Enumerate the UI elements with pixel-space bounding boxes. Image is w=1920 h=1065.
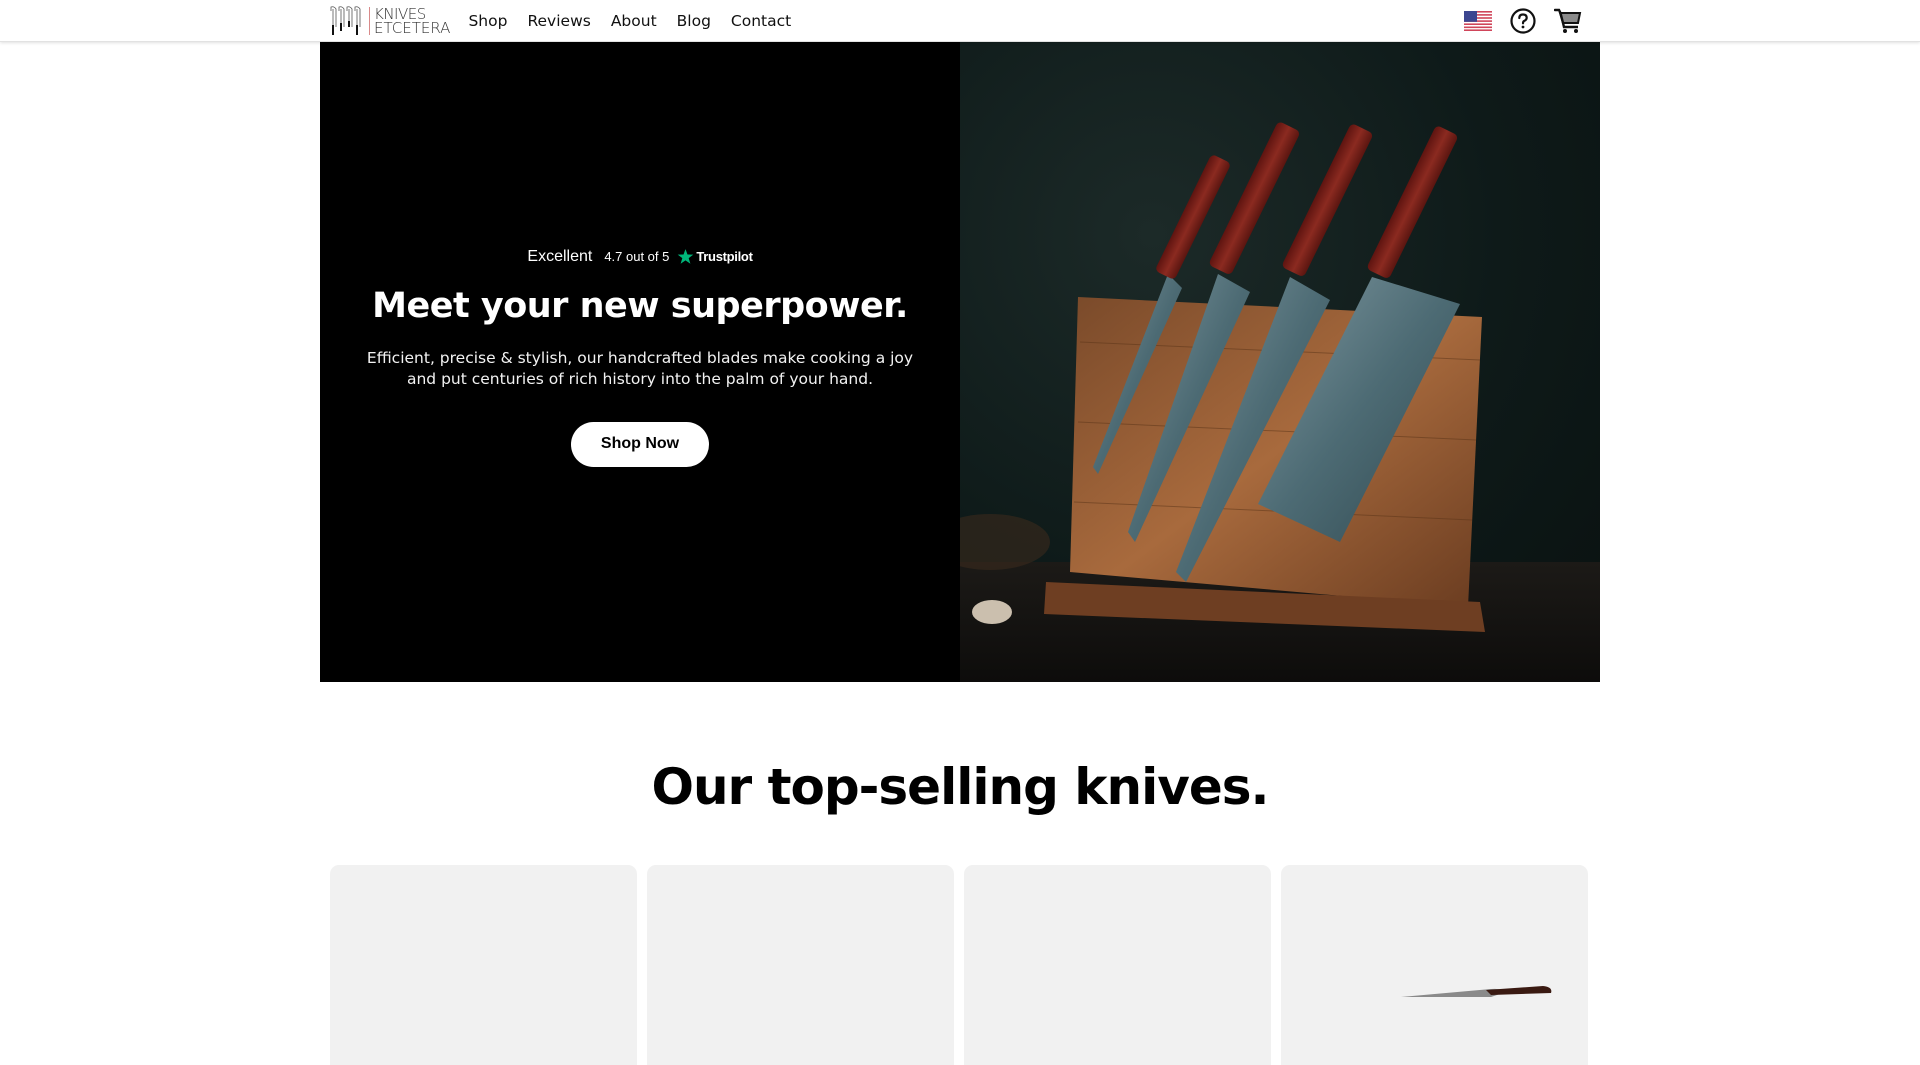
trustpilot-widget[interactable]: Excellent 4.7 out of 5 Trustpilot xyxy=(527,247,753,266)
trustpilot-label: Trustpilot xyxy=(696,249,753,264)
cart-button[interactable] xyxy=(1554,8,1582,34)
main-nav: Shop Reviews About Blog Contact xyxy=(468,12,811,30)
rating-label: Excellent xyxy=(527,247,593,265)
product-card-1[interactable] xyxy=(330,865,637,1065)
nav-about[interactable]: About xyxy=(611,12,657,30)
nav-blog[interactable]: Blog xyxy=(677,12,711,30)
hero-title: Meet your new superpower. xyxy=(372,285,908,326)
logo[interactable]: KNIVES ETCETERA xyxy=(328,3,450,39)
hero-section: Excellent 4.7 out of 5 Trustpilot Meet y… xyxy=(320,42,1600,682)
product-grid xyxy=(330,865,1588,1065)
us-flag-icon xyxy=(1464,10,1492,31)
help-button[interactable] xyxy=(1510,7,1536,34)
hero-image xyxy=(960,42,1600,682)
trustpilot-star-icon xyxy=(678,249,694,264)
product-card-2[interactable] xyxy=(647,865,954,1065)
help-circle-icon xyxy=(1510,7,1536,34)
trustpilot-brand: Trustpilot xyxy=(677,248,753,265)
product-card-3[interactable] xyxy=(964,865,1271,1065)
shopping-cart-icon xyxy=(1554,8,1582,33)
header-actions xyxy=(1464,7,1592,34)
nav-contact[interactable]: Contact xyxy=(731,12,791,30)
product-knife-image xyxy=(1401,986,1552,997)
logo-divider xyxy=(369,6,370,35)
rating-score: 4.7 out of 5 xyxy=(604,249,670,264)
country-selector[interactable] xyxy=(1464,10,1492,31)
logo-line-2: ETCETERA xyxy=(374,18,451,37)
shop-now-button[interactable]: Shop Now xyxy=(571,421,709,467)
knife-set-illustration xyxy=(960,122,1600,682)
nav-shop[interactable]: Shop xyxy=(468,12,507,30)
knives-logo-icon xyxy=(330,5,361,35)
logo-text: KNIVES ETCETERA xyxy=(374,6,451,37)
site-header: KNIVES ETCETERA Shop Reviews About Blog … xyxy=(0,0,1920,42)
product-card-4[interactable] xyxy=(1281,865,1588,1065)
hero-description: Efficient, precise & stylish, our handcr… xyxy=(366,348,914,388)
hero-content: Excellent 4.7 out of 5 Trustpilot Meet y… xyxy=(320,42,960,682)
top-selling-heading: Our top-selling knives. xyxy=(651,758,1269,816)
nav-reviews[interactable]: Reviews xyxy=(527,12,590,30)
